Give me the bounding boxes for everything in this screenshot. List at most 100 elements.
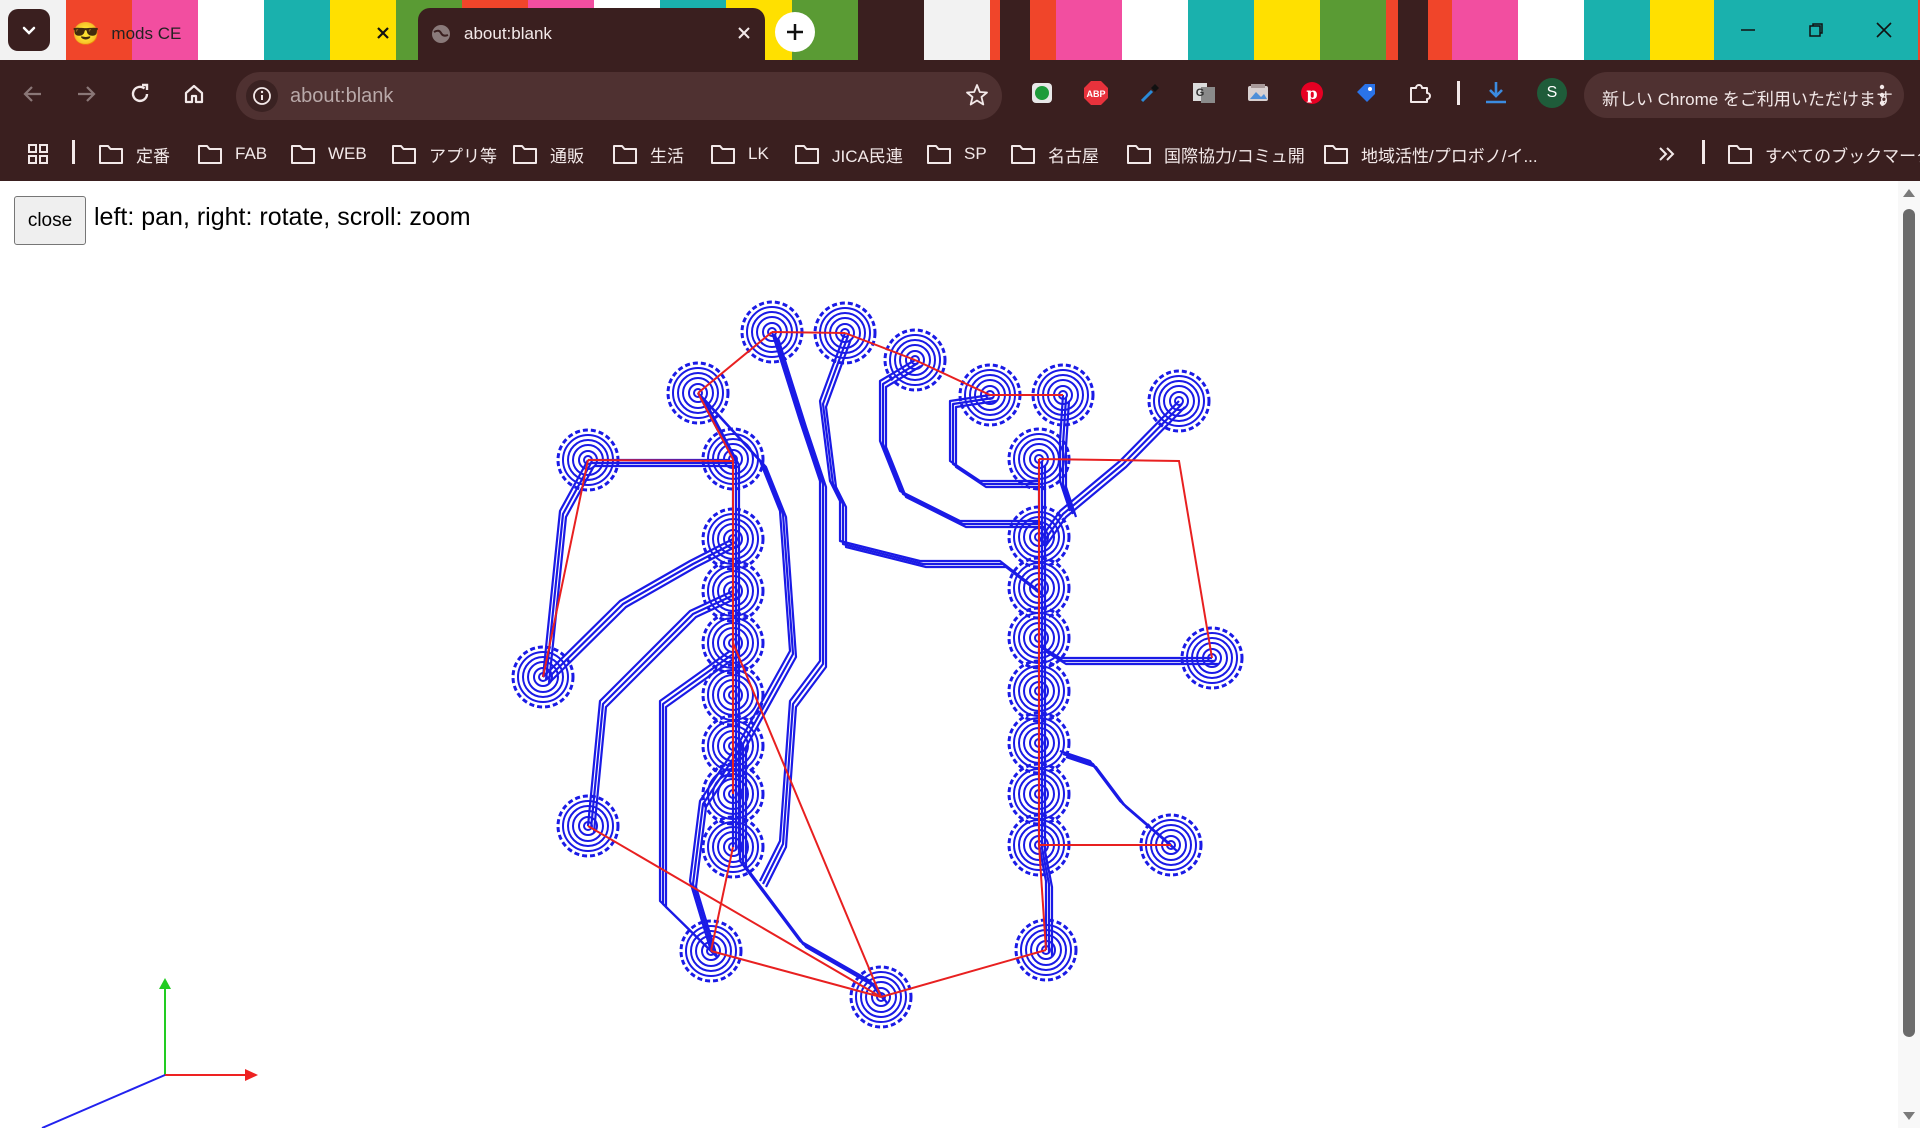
apps-grid-icon[interactable] [26, 140, 62, 168]
toolpath-trace [824, 338, 1046, 598]
bookmark-label: 通販 [550, 146, 584, 166]
folder-icon [1324, 145, 1348, 164]
home-icon [184, 84, 204, 104]
bookmark-folder[interactable]: 名古屋 [1010, 140, 1099, 168]
folder-icon [927, 145, 951, 164]
bookmark-label: 定番 [136, 146, 170, 166]
tab-search-button[interactable] [8, 9, 50, 51]
tab-strip: 😎 mods CE about:blank [0, 0, 1920, 60]
bookmark-folder[interactable]: アプリ等 [391, 140, 497, 168]
vertical-scrollbar[interactable] [1898, 181, 1920, 1128]
download-icon[interactable] [1479, 76, 1513, 110]
x-axis-arrow [245, 1069, 258, 1081]
more-menu-icon[interactable] [1870, 82, 1894, 113]
globe-icon [432, 25, 450, 43]
traverse-move [880, 949, 1047, 998]
arrow-left-icon [23, 86, 41, 102]
bookmark-folder[interactable]: WEB [290, 140, 367, 168]
traverse-move [697, 331, 773, 394]
bookmarks-bar: 定番 FAB WEB アプリ等 通販 生活 LK JICA民連 SP 名古屋 国際協力/コミュ開 地域… [0, 128, 1920, 181]
arrow-right-icon [78, 86, 96, 102]
google-translate-icon[interactable]: G [1187, 76, 1221, 110]
reload-icon [131, 83, 149, 103]
url-text[interactable]: about:blank [290, 85, 393, 108]
scrollbar-thumb[interactable] [1903, 209, 1915, 1037]
close-tab-icon[interactable] [372, 22, 394, 44]
bookmark-label: アプリ等 [429, 146, 497, 166]
svg-text:ABP: ABP [1086, 89, 1105, 99]
tab-title: about:blank [464, 24, 552, 43]
bookmark-folder[interactable]: 定番 [98, 140, 170, 168]
bookmark-label: 地域活性/プロボノ/イ... [1361, 146, 1538, 166]
all-bookmarks-label: すべてのブックマーク [1765, 146, 1920, 166]
bookmark-folder[interactable]: SP [926, 140, 987, 168]
evernote-icon[interactable] [1025, 76, 1059, 110]
folder-icon [711, 145, 735, 164]
bookmark-folder[interactable]: JICA民連 [794, 140, 903, 168]
scroll-up-arrow-icon[interactable] [1903, 189, 1915, 197]
bookmark-folder[interactable]: 国際協力/コミュ開 [1126, 140, 1305, 168]
bookmark-label: 名古屋 [1048, 146, 1099, 166]
bookmark-separator [1702, 140, 1705, 164]
folder-icon [392, 145, 416, 164]
bookmark-folder[interactable]: 生活 [612, 140, 684, 168]
bookmark-label: 生活 [650, 146, 684, 166]
tab-mods-ce[interactable]: 😎 mods CE [62, 8, 404, 60]
image-icon[interactable] [1241, 76, 1275, 110]
update-chrome-chip[interactable]: 新しい Chrome をご利用いただけます [1584, 72, 1904, 118]
close-icon [1876, 22, 1892, 38]
toolpath-trace [1038, 644, 1212, 660]
scroll-down-arrow-icon[interactable] [1903, 1112, 1915, 1120]
puzzle-icon[interactable] [1403, 76, 1437, 110]
more-bookmarks-icon[interactable] [1656, 140, 1690, 168]
bookmark-label: FAB [235, 144, 268, 163]
traverse-move [587, 459, 734, 462]
toolpath-trace [765, 337, 828, 888]
folder-icon [613, 145, 637, 164]
bookmark-folder[interactable]: 通販 [512, 140, 584, 168]
update-chrome-text: 新しい Chrome をご利用いただけます [1602, 90, 1893, 109]
info-icon[interactable] [246, 80, 278, 112]
tab-title: mods CE [111, 24, 182, 43]
folder-icon [1127, 145, 1151, 164]
tag-icon[interactable] [1349, 76, 1383, 110]
toolpath-3d-viewer[interactable] [0, 181, 1898, 1128]
all-bookmarks-folder[interactable]: すべてのブックマーク [1727, 140, 1920, 168]
tab-about-blank[interactable]: about:blank [418, 8, 765, 60]
svg-text:G: G [1196, 87, 1205, 99]
forward-button[interactable] [68, 76, 104, 112]
reload-button[interactable] [122, 76, 158, 112]
traverse-move [771, 331, 846, 334]
star-bookmark-icon[interactable] [964, 82, 990, 113]
close-button[interactable]: close [14, 196, 86, 245]
folder-icon [99, 145, 123, 164]
axis-gizmo [41, 978, 258, 1128]
minimize-button[interactable] [1714, 0, 1782, 60]
folder-icon [1728, 145, 1752, 164]
folder-icon [513, 145, 537, 164]
new-tab-button[interactable] [775, 12, 815, 52]
close-tab-icon[interactable] [733, 22, 755, 44]
close-window-button[interactable] [1850, 0, 1918, 60]
controls-hint: left: pan, right: rotate, scroll: zoom [94, 203, 471, 231]
chevron-down-icon [22, 26, 36, 35]
pinterest-icon[interactable]: p [1295, 76, 1329, 110]
minimize-icon [1741, 29, 1755, 31]
restore-button[interactable] [1782, 0, 1850, 60]
back-button[interactable] [15, 76, 51, 112]
toolpath-trace [818, 332, 1040, 592]
profile-avatar[interactable]: S [1537, 78, 1567, 108]
y-axis-arrow [159, 978, 171, 989]
z-axis-line [41, 1074, 166, 1128]
address-bar[interactable]: about:blank [236, 72, 1002, 120]
eyedropper-icon[interactable] [1133, 76, 1167, 110]
bookmark-label: SP [964, 144, 987, 163]
bookmark-folder[interactable]: LK [710, 140, 769, 168]
bookmark-folder[interactable]: 地域活性/プロボノ/イ... [1323, 140, 1538, 168]
adblock-plus-icon[interactable]: ABP [1079, 76, 1113, 110]
home-button[interactable] [176, 76, 212, 112]
bookmark-folder[interactable]: FAB [197, 140, 267, 168]
browser-chrome: 😎 mods CE about:blank about:blank ABP G … [0, 0, 1920, 181]
page-content: close left: pan, right: rotate, scroll: … [0, 181, 1920, 1128]
plus-icon [787, 24, 803, 40]
